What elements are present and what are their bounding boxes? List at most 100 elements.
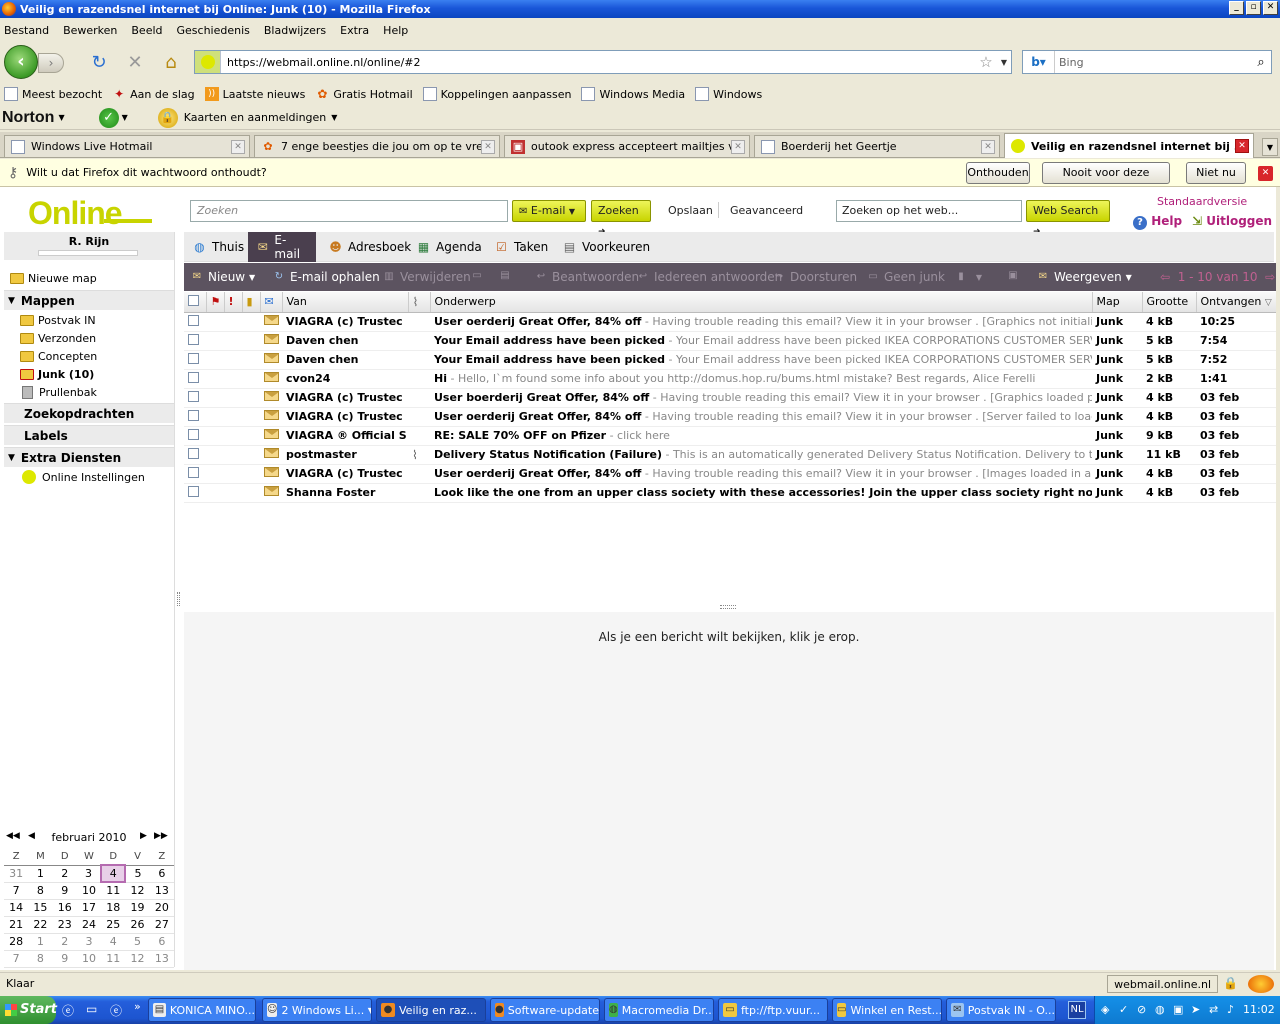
tab-taken[interactable]: ☑ Taken <box>486 232 556 262</box>
attachment-header[interactable]: ⌇ <box>408 292 431 313</box>
calendar-day[interactable]: 21 <box>4 916 29 934</box>
message-subject-cell[interactable]: User oerderij Great Offer, 84% off - Hav… <box>430 407 1092 427</box>
searches-header[interactable]: Zoekopdrachten <box>4 403 174 423</box>
calendar-day[interactable]: 31 <box>4 865 29 883</box>
tab-thuis[interactable]: ◍ Thuis <box>184 232 252 262</box>
message-from[interactable]: VIAGRA (c) Trustec <box>282 388 408 408</box>
message-row[interactable]: VIAGRA (c) Trustec User boerderij Great O… <box>184 388 1276 408</box>
secure-lock-icon[interactable]: 🔒 <box>1223 976 1238 990</box>
menu-bladwijzers[interactable]: Bladwijzers <box>264 24 326 37</box>
calendar-day[interactable]: 27 <box>149 916 174 934</box>
calendar-day[interactable]: 8 <box>28 950 53 968</box>
menu-beeld[interactable]: Beeld <box>131 24 162 37</box>
row-select-cell[interactable] <box>184 483 206 503</box>
calendar-day[interactable]: 20 <box>149 899 174 917</box>
calendar-day[interactable]: 14 <box>4 899 29 917</box>
tab-list-button[interactable]: ▼ <box>1262 138 1278 156</box>
row-checkbox[interactable] <box>188 371 199 383</box>
calendar-day[interactable]: 7 <box>4 950 29 968</box>
not-junk-button[interactable]: ▭ Geen junk <box>866 270 945 284</box>
next-page-icon[interactable]: ⇨ <box>1265 270 1275 284</box>
folder-header[interactable]: Map <box>1092 292 1143 313</box>
calendar-day[interactable]: 24 <box>76 916 102 934</box>
flag-header[interactable]: ⚑ <box>206 292 225 313</box>
calendar-day[interactable]: 19 <box>125 899 150 917</box>
calendar-day[interactable]: 28 <box>4 933 29 951</box>
from-header[interactable]: Van <box>282 292 409 313</box>
online-logo[interactable]: Online <box>28 195 123 232</box>
flag-cell[interactable] <box>206 407 224 427</box>
horizontal-splitter[interactable] <box>720 605 736 609</box>
delete-button[interactable]: ▥ Verwijderen <box>382 270 470 284</box>
message-row[interactable]: VIAGRA (c) Trustec User oerderij Great Of… <box>184 407 1276 427</box>
message-from[interactable]: Daven chen <box>282 350 408 370</box>
never-button[interactable]: Nooit voor deze website <box>1042 162 1170 199</box>
message-subject-cell[interactable]: Look like the one from an upper class so… <box>430 483 1092 503</box>
bookmark-gratis-hotmail[interactable]: ✿ Gratis Hotmail <box>315 87 412 101</box>
message-subject-cell[interactable]: Your Email address have been picked - Yo… <box>430 350 1092 370</box>
calendar-day[interactable]: 11 <box>101 882 126 900</box>
message-from[interactable]: Daven chen <box>282 331 408 351</box>
flag-cell[interactable] <box>206 464 224 484</box>
row-checkbox[interactable] <box>188 314 199 326</box>
bookmark-koppelingen[interactable]: Koppelingen aanpassen <box>422 87 571 101</box>
calendar-day[interactable]: 7 <box>4 882 29 900</box>
new-folder-link[interactable]: Nieuwe map <box>4 269 174 287</box>
calendar-day[interactable]: 12 <box>125 882 150 900</box>
row-select-cell[interactable] <box>184 445 206 465</box>
flag-cell[interactable] <box>206 388 224 408</box>
taskbar-item-firefox[interactable]: ● Veilig en raz... <box>376 998 486 1022</box>
calendar-day[interactable]: 1 <box>28 865 53 883</box>
message-row[interactable]: VIAGRA (c) Trustec User oerderij Great Of… <box>184 464 1276 484</box>
calendar-day[interactable]: 26 <box>125 916 150 934</box>
identity-lock-icon[interactable]: 🔒 <box>157 107 178 128</box>
message-from[interactable]: VIAGRA (c) Trustec <box>282 312 408 332</box>
calendar-day[interactable]: 10 <box>76 950 102 968</box>
bookmark-meest-bezocht[interactable]: Meest bezocht <box>4 87 102 101</box>
folder-prullenbak[interactable]: Prullenbak <box>4 383 174 401</box>
taskbar-item-postvak[interactable]: ✉ Postvak IN - O... <box>946 998 1056 1022</box>
calendar-day[interactable]: 4 <box>101 933 126 951</box>
row-select-cell[interactable] <box>184 331 206 351</box>
bookmark-aan-de-slag[interactable]: ✦ Aan de slag <box>112 87 195 101</box>
calendar-day[interactable]: 11 <box>101 950 126 968</box>
quicklaunch-ie-icon[interactable]: ⓔ <box>62 1002 74 1019</box>
menu-help[interactable]: Help <box>383 24 408 37</box>
advanced-search-link[interactable]: Geavanceerd <box>730 204 803 217</box>
calendar-day[interactable]: 16 <box>52 899 77 917</box>
calendar-day[interactable]: 13 <box>149 882 174 900</box>
tab-online-active[interactable]: Veilig en razendsnel internet bij ... ✕ <box>1004 133 1254 158</box>
next-year-icon[interactable]: ▶▶ <box>154 831 168 841</box>
row-select-cell[interactable] <box>184 369 206 389</box>
row-select-cell[interactable] <box>184 312 206 332</box>
mail-search-input[interactable]: Zoeken <box>190 200 508 222</box>
next-month-icon[interactable]: ▶ <box>140 831 147 841</box>
tab-close-icon[interactable]: ✕ <box>481 139 495 154</box>
calendar-day[interactable]: 9 <box>52 882 77 900</box>
tab-hotmail[interactable]: Windows Live Hotmail ✕ <box>4 135 250 157</box>
calendar-day[interactable]: 23 <box>52 916 77 934</box>
select-all-checkbox[interactable] <box>188 294 199 306</box>
tray-sync-icon[interactable]: ⇄ <box>1209 1003 1218 1016</box>
lock-header[interactable]: ▮ <box>242 292 261 313</box>
tray-norton-icon[interactable]: ✓ <box>1119 1003 1128 1016</box>
quicklaunch-desktop-icon[interactable]: ▭ <box>86 1002 97 1016</box>
norton-safe-check-icon[interactable]: ✓ <box>98 107 119 128</box>
language-indicator[interactable]: NL <box>1068 1001 1086 1019</box>
identity-dropdown-icon[interactable]: ▼ <box>331 113 337 122</box>
tray-speaker-icon[interactable]: ♪ <box>1227 1003 1234 1016</box>
flag-cell[interactable] <box>206 331 224 351</box>
taskbar-item-winkel[interactable]: ▭ Winkel en Rest... <box>832 998 942 1022</box>
taskbar-item-macromedia[interactable]: ◍ Macromedia Dr... <box>604 998 714 1022</box>
tab-close-icon[interactable]: ✕ <box>731 139 745 154</box>
flag-cell[interactable] <box>206 369 224 389</box>
back-button[interactable]: ‹ <box>4 45 38 79</box>
norton-logo[interactable]: Norton <box>2 109 54 127</box>
message-row[interactable]: Daven chen Your Email address have been p… <box>184 331 1276 351</box>
reply-all-button[interactable]: ↩ Iedereen antwoorden <box>636 270 782 284</box>
reload-icon[interactable]: ↻ <box>88 52 110 74</box>
calendar-day[interactable]: 1 <box>28 933 53 951</box>
tab-outlook[interactable]: ▣ outook express accepteert mailtjes van.… <box>504 135 750 157</box>
bookmark-windows[interactable]: Windows <box>695 87 762 101</box>
tray-network-icon[interactable]: ▣ <box>1173 1003 1183 1016</box>
